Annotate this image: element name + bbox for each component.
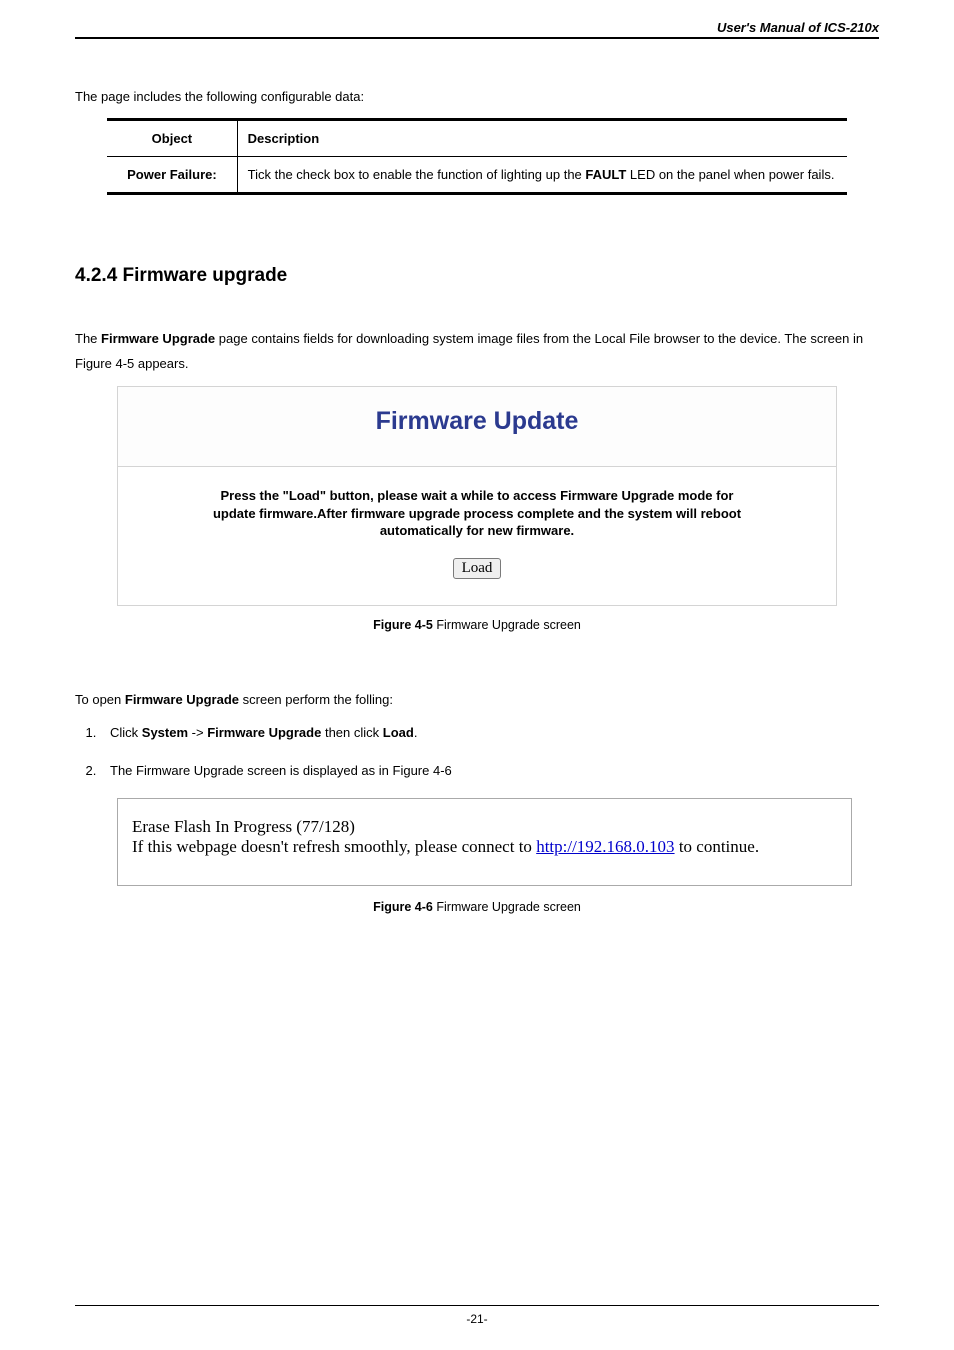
caption-bold: Figure 4-5 xyxy=(373,618,433,632)
step1-b3: Load xyxy=(383,725,414,740)
caption2-bold: Figure 4-6 xyxy=(373,900,433,914)
step1-b2: Firmware Upgrade xyxy=(207,725,321,740)
flash-refresh-line: If this webpage doesn't refresh smoothly… xyxy=(132,837,837,857)
figure-4-5-caption: Figure 4-5 Firmware Upgrade screen xyxy=(75,618,879,632)
flash-progress-panel: Erase Flash In Progress (77/128) If this… xyxy=(117,798,852,886)
section-heading: 4.2.4 Firmware upgrade xyxy=(75,265,879,287)
flash-prefix: If this webpage doesn't refresh smoothly… xyxy=(132,837,536,856)
flash-suffix: to continue. xyxy=(675,837,760,856)
caption-rest: Firmware Upgrade screen xyxy=(433,618,581,632)
cell-object: Power Failure: xyxy=(107,157,237,194)
para-bold: Firmware Upgrade xyxy=(101,331,215,346)
manual-title: User's Manual of ICS-210x xyxy=(717,20,879,35)
load-button[interactable]: Load xyxy=(453,558,502,579)
desc-suffix: LED on the panel when power fails. xyxy=(626,167,834,182)
step1-p2: -> xyxy=(188,725,207,740)
page-footer: -21- xyxy=(75,1305,879,1326)
flash-ip-link[interactable]: http://192.168.0.103 xyxy=(536,837,674,856)
list-item: The Firmware Upgrade screen is displayed… xyxy=(100,761,879,781)
open-instructions: To open Firmware Upgrade screen perform … xyxy=(75,692,879,707)
para-prefix: The xyxy=(75,331,101,346)
open-suffix: screen perform the folling: xyxy=(239,692,393,707)
config-data-table: Object Description Power Failure: Tick t… xyxy=(107,118,847,195)
open-prefix: To open xyxy=(75,692,125,707)
open-bold: Firmware Upgrade xyxy=(125,692,239,707)
table-header-row: Object Description xyxy=(107,120,847,157)
page: User's Manual of ICS-210x The page inclu… xyxy=(0,0,954,1350)
desc-bold: FAULT xyxy=(585,167,626,182)
intro-paragraph: The page includes the following configur… xyxy=(75,89,879,104)
section-paragraph: The Firmware Upgrade page contains field… xyxy=(75,327,879,376)
step1-p3: then click xyxy=(321,725,382,740)
firmware-update-panel: Firmware Update Press the "Load" button,… xyxy=(117,386,837,606)
col-header-object: Object xyxy=(107,120,237,157)
caption2-rest: Firmware Upgrade screen xyxy=(433,900,581,914)
step1-b1: System xyxy=(142,725,188,740)
step1-p4: . xyxy=(414,725,418,740)
flash-progress-line: Erase Flash In Progress (77/128) xyxy=(132,817,837,837)
list-item: Click System -> Firmware Upgrade then cl… xyxy=(100,723,879,743)
firmware-update-instructions: Press the "Load" button, please wait a w… xyxy=(208,487,746,540)
page-header: User's Manual of ICS-210x xyxy=(75,20,879,39)
firmware-update-title: Firmware Update xyxy=(118,387,836,467)
page-number: -21- xyxy=(466,1312,487,1326)
col-header-description: Description xyxy=(237,120,847,157)
desc-prefix: Tick the check box to enable the functio… xyxy=(248,167,586,182)
step1-p1: Click xyxy=(110,725,142,740)
cell-description: Tick the check box to enable the functio… xyxy=(237,157,847,194)
figure-4-6-caption: Figure 4-6 Firmware Upgrade screen xyxy=(75,900,879,914)
firmware-update-body: Press the "Load" button, please wait a w… xyxy=(118,467,836,605)
steps-list: Click System -> Firmware Upgrade then cl… xyxy=(75,723,879,780)
table-row: Power Failure: Tick the check box to ena… xyxy=(107,157,847,194)
